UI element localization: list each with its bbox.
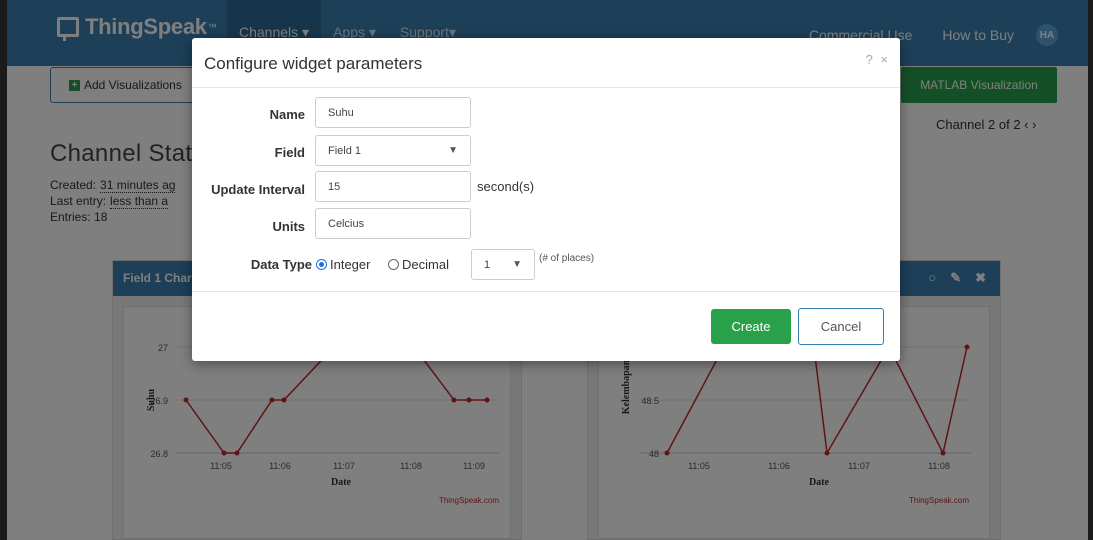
field-select-value: Field 1 [328,144,362,157]
decimal-radio[interactable] [388,259,399,270]
name-label: Name [269,107,305,122]
create-button[interactable]: Create [711,309,791,344]
footer-divider [192,291,900,292]
datatype-decimal-option[interactable]: Decimal [388,257,449,272]
field-select[interactable]: Field 1 ▼ [315,135,471,166]
decimal-label: Decimal [402,257,449,272]
field-row: Field [192,136,305,168]
modal-header: Configure widget parameters ? × [192,38,900,88]
chevron-down-icon: ▼ [512,259,522,270]
cancel-button[interactable]: Cancel [798,308,884,345]
units-input[interactable]: Celcius [315,208,471,239]
browser-frame: ThingSpeak ™ Channels ▾ Apps ▾ Support▾ … [7,0,1088,540]
places-hint: (# of places) [539,253,595,264]
datatype-label: Data Type [250,257,312,272]
name-input[interactable]: Suhu [315,97,471,128]
field-label: Field [274,145,305,160]
units-row: Units [192,209,306,241]
interval-row: Update Interval [192,172,305,204]
chevron-down-icon: ▼ [448,145,458,156]
datatype-integer-option[interactable]: Integer [316,257,370,272]
decimal-places-value: 1 [484,258,491,271]
interval-input[interactable]: 15 [315,171,471,202]
interval-label: Update Interval [211,182,305,197]
integer-label: Integer [330,257,371,272]
interval-unit: second(s) [477,179,535,194]
configure-widget-modal: Configure widget parameters ? × Name Suh… [192,38,900,361]
datatype-row: Data Type [192,250,312,282]
integer-radio[interactable] [316,259,327,270]
help-close-icons[interactable]: ? × [866,52,890,67]
modal-title: Configure widget parameters [204,54,423,73]
name-row: Name [192,98,305,130]
units-label: Units [272,219,306,234]
decimal-places-select[interactable]: 1 ▼ [471,249,535,280]
